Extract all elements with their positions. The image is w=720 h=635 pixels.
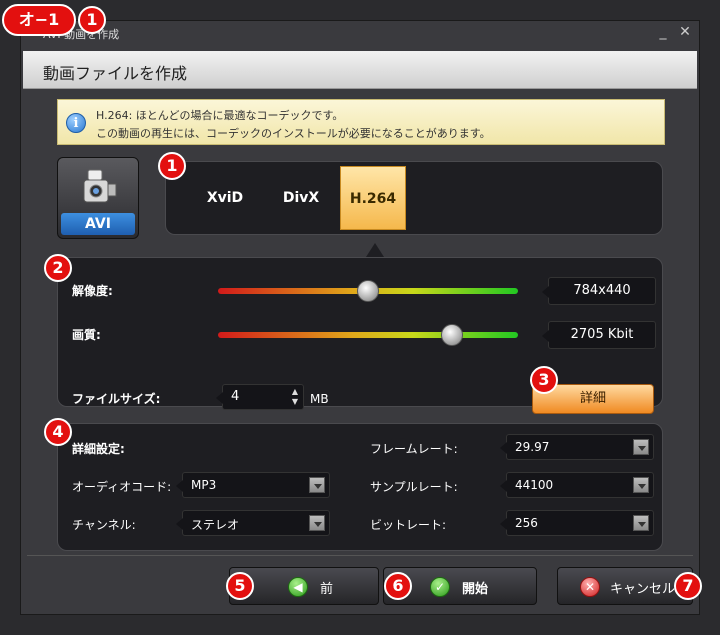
annotation-tag: オ−1 <box>2 4 76 36</box>
resolution-label: 解像度: <box>72 284 113 298</box>
chevron-down-icon[interactable] <box>309 477 325 493</box>
start-label: 開始 <box>462 582 489 597</box>
quality-label: 画質: <box>72 328 101 342</box>
channel-label: チャンネル: <box>72 518 136 532</box>
filesize-label: ファイルサイズ: <box>72 392 161 406</box>
annotation-badge-2: 2 <box>44 254 72 282</box>
format-avi-button[interactable]: AVI <box>57 157 139 239</box>
samplerate-value: 44100 <box>515 478 554 492</box>
filesize-value: 4 <box>231 389 240 404</box>
quality-panel: 解像度: 784x440 画質: 2705 Kbit ファイルサイズ: 4 ▲ ▼… <box>57 257 663 414</box>
samplerate-select[interactable]: 44100 <box>500 472 654 498</box>
framerate-select[interactable]: 29.97 <box>500 434 654 460</box>
advanced-title: 詳細設定: <box>72 442 125 456</box>
framerate-value: 29.97 <box>515 440 550 454</box>
titlebar: AVI 動画を作成 _ ✕ <box>21 21 699 47</box>
bitrate-value: 256 <box>515 516 538 530</box>
back-arrow-icon: ◀ <box>288 577 308 597</box>
cancel-button[interactable]: ✕ キャンセル <box>557 567 693 605</box>
filesize-spinner[interactable]: 4 ▲ ▼ <box>216 384 304 410</box>
channel-select[interactable]: ステレオ <box>176 510 330 536</box>
resolution-slider-knob[interactable] <box>357 280 379 302</box>
resolution-value: 784x440 <box>542 277 656 305</box>
minimize-button[interactable]: _ <box>653 24 673 40</box>
info-line-1: H.264: ほとんどの場合に最適なコーデックです。 <box>96 109 344 122</box>
quality-slider-knob[interactable] <box>441 324 463 346</box>
chevron-down-icon[interactable] <box>309 515 325 531</box>
audio-codec-label: オーディオコード: <box>72 480 172 494</box>
bitrate-select[interactable]: 256 <box>500 510 654 536</box>
codec-panel: XviD DivX H.264 <box>165 161 663 235</box>
dialog-header: 動画ファイルを作成 <box>23 51 697 89</box>
annotation-badge-6: 6 <box>384 572 412 600</box>
annotation-badge-1: 1 <box>158 152 186 180</box>
audio-codec-value: MP3 <box>191 478 217 492</box>
framerate-label: フレームレート: <box>370 442 458 456</box>
chevron-down-icon[interactable] <box>633 515 649 531</box>
cancel-label: キャンセル <box>610 582 676 597</box>
footer-separator <box>27 555 693 556</box>
filesize-unit: MB <box>310 392 329 406</box>
quality-slider[interactable] <box>218 324 518 346</box>
codec-pointer <box>366 243 384 257</box>
create-video-window: AVI 動画を作成 _ ✕ 動画ファイルを作成 i H.264: ほとんどの場合… <box>20 20 700 615</box>
audio-codec-select[interactable]: MP3 <box>176 472 330 498</box>
annotation-badge-3: 3 <box>530 366 558 394</box>
checkmark-icon: ✓ <box>430 577 450 597</box>
codec-xvid[interactable]: XviD <box>192 166 258 230</box>
annotation-badge-5: 5 <box>226 572 254 600</box>
video-camera-icon <box>83 169 117 203</box>
annotation-badge-7: 7 <box>674 572 702 600</box>
format-label: AVI <box>61 213 135 235</box>
annotation-badge-1-top: 1 <box>78 6 106 34</box>
bitrate-label: ビットレート: <box>370 518 447 532</box>
chevron-down-icon[interactable] <box>633 477 649 493</box>
dialog-title: 動画ファイルを作成 <box>43 64 188 83</box>
resolution-slider[interactable] <box>218 280 518 302</box>
close-button[interactable]: ✕ <box>675 24 695 40</box>
codec-info-box: i H.264: ほとんどの場合に最適なコーデックです。 この動画の再生には、コ… <box>57 99 665 145</box>
codec-h264[interactable]: H.264 <box>340 166 406 230</box>
chevron-down-icon[interactable] <box>633 439 649 455</box>
channel-value: ステレオ <box>191 518 240 532</box>
quality-value: 2705 Kbit <box>542 321 656 349</box>
annotation-badge-4: 4 <box>44 418 72 446</box>
spinner-arrows-icon[interactable]: ▲ ▼ <box>292 387 298 407</box>
info-icon: i <box>66 113 86 133</box>
advanced-panel: 詳細設定: オーディオコード: MP3 チャンネル: ステレオ フレームレート:… <box>57 423 663 551</box>
samplerate-label: サンプルレート: <box>370 480 458 494</box>
codec-divx[interactable]: DivX <box>268 166 334 230</box>
cancel-x-icon: ✕ <box>580 577 600 597</box>
back-label: 前 <box>320 582 334 597</box>
info-line-2: この動画の再生には、コーデックのインストールが必要になることがあります。 <box>96 127 491 140</box>
